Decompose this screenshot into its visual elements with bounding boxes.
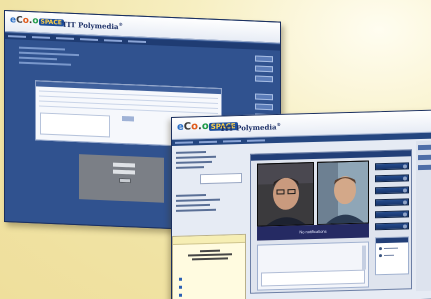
video-feed-participant-1[interactable]: [257, 162, 314, 227]
back-nav-link[interactable]: [19, 56, 57, 61]
participant-2-image: [318, 161, 369, 225]
back-nav-link[interactable]: [19, 46, 65, 51]
chat-area: [257, 241, 369, 291]
back-nav-link[interactable]: [19, 61, 71, 66]
back-comment-box[interactable]: [40, 112, 110, 138]
settings-icon: [403, 164, 407, 169]
brand-title: TIT Polymedia®: [62, 19, 123, 32]
checkbox-icon: [179, 277, 182, 281]
settings-icon: [403, 188, 407, 193]
chat-scrollbar[interactable]: [362, 245, 366, 270]
back-side-button[interactable]: [255, 93, 273, 101]
video-caption-bar: No notifications: [257, 223, 369, 241]
login-button[interactable]: [119, 177, 131, 184]
checkbox-icon: [179, 293, 182, 297]
back-side-button[interactable]: [255, 65, 273, 73]
brand-title: TIT Polymedia®: [220, 121, 281, 133]
back-side-button[interactable]: [255, 75, 273, 83]
conference-side-button[interactable]: [375, 198, 409, 207]
conference-side-button[interactable]: [375, 210, 409, 219]
option-checkbox[interactable]: [179, 277, 184, 281]
front-right-strip: [416, 140, 431, 292]
back-login-dialog: [79, 154, 164, 203]
conference-side-button[interactable]: [375, 174, 409, 183]
conference-side-button[interactable]: [375, 162, 409, 171]
username-input[interactable]: [113, 162, 135, 168]
conference-side-button[interactable]: [375, 222, 409, 231]
notification-panel: [172, 233, 246, 299]
settings-icon: [403, 212, 407, 217]
option-checkbox[interactable]: [179, 285, 184, 289]
ecospace-logo: eCo.o SPACE: [10, 15, 64, 27]
participant-1-image: [258, 162, 314, 227]
participants-list-header: [376, 237, 408, 244]
back-side-button[interactable]: [255, 55, 273, 63]
video-panel-titlebar: [251, 150, 411, 161]
back-small-button[interactable]: [122, 115, 134, 122]
front-project-info: [176, 148, 246, 220]
video-conference-panel: No notifications: [250, 149, 412, 294]
option-checkbox[interactable]: [179, 293, 184, 297]
participants-list: [375, 236, 409, 276]
chat-input[interactable]: [261, 269, 365, 287]
notification-message: [179, 247, 241, 267]
participant-radio[interactable]: [379, 247, 382, 251]
front-description-field[interactable]: [200, 173, 242, 185]
settings-icon: [403, 200, 407, 205]
checkbox-icon: [179, 285, 182, 289]
participant-radio[interactable]: [379, 254, 382, 258]
video-feed-participant-2[interactable]: [317, 160, 369, 225]
back-nav-link[interactable]: [19, 51, 79, 57]
password-input[interactable]: [113, 169, 135, 175]
conference-side-button[interactable]: [375, 186, 409, 195]
front-application-window: eCo.o SPACE TIT Polymedia® No notificati…: [171, 109, 431, 299]
settings-icon: [403, 224, 407, 229]
back-side-button[interactable]: [255, 103, 273, 111]
page-background: { "back_window": { "logo": { "e": "e", "…: [0, 0, 431, 299]
settings-icon: [403, 176, 407, 181]
